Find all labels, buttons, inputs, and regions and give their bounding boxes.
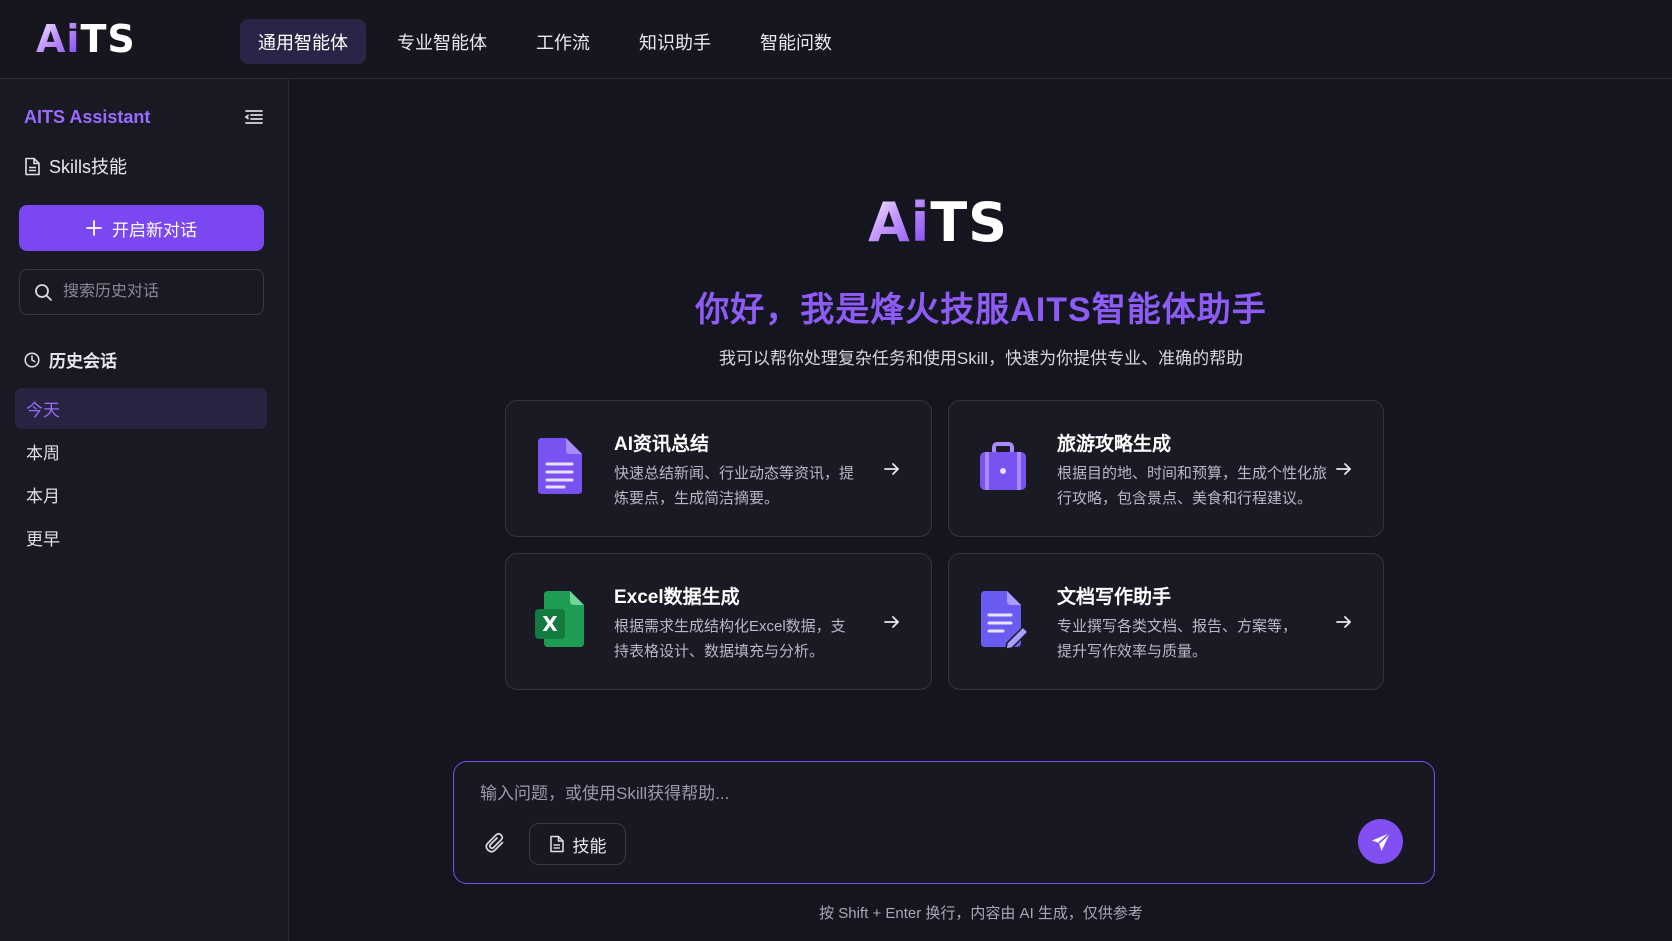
svg-text:X: X — [542, 612, 558, 636]
search-icon — [35, 283, 52, 301]
card-title: AI资讯总结 — [614, 434, 710, 455]
hero-logo-ts: TS — [930, 190, 1009, 254]
hero-logo-ai: Ai — [868, 190, 931, 254]
history-item-this-month[interactable]: 本月 — [15, 474, 267, 515]
nav-tab-workflow[interactable]: 工作流 — [518, 19, 608, 64]
search-history-input[interactable] — [63, 283, 253, 301]
chat-input[interactable] — [480, 780, 1380, 808]
arrow-right-icon — [1336, 616, 1351, 628]
file-icon — [25, 157, 40, 175]
card-description: 专业撰写各类文档、报告、方案等，提升写作效率与质量。 — [1057, 618, 1298, 660]
skills-label: Skills技能 — [49, 157, 128, 177]
card-travel-guide[interactable]: 旅游攻略生成 根据目的地、时间和预算，生成个性化旅行攻略，包含景点、美食和行程建… — [948, 400, 1384, 537]
history-search — [19, 269, 264, 315]
card-description: 根据需求生成结构化Excel数据，支持表格设计、数据填充与分析。 — [614, 618, 846, 660]
arrow-right-icon — [884, 616, 899, 628]
plus-icon — [86, 220, 102, 236]
aits-logo[interactable]: Ai TS — [36, 17, 136, 61]
logo-ai-text: Ai — [36, 17, 81, 61]
file-icon — [549, 835, 564, 853]
card-title: 旅游攻略生成 — [1057, 434, 1172, 455]
send-button[interactable] — [1358, 819, 1403, 864]
card-doc-writing-assistant[interactable]: 文档写作助手 专业撰写各类文档、报告、方案等，提升写作效率与质量。 — [948, 553, 1384, 690]
skills-button-label: 技能 — [572, 836, 607, 856]
top-navbar: Ai TS 通用智能体 专业智能体 工作流 知识助手 智能问数 — [0, 0, 1672, 79]
card-ai-news-summary[interactable]: AI资讯总结 快速总结新闻、行业动态等资讯，提炼要点，生成简洁摘要。 — [505, 400, 932, 537]
history-item-this-week[interactable]: 本周 — [15, 431, 267, 472]
history-item-earlier[interactable]: 更早 — [15, 517, 267, 558]
card-description: 根据目的地、时间和预算，生成个性化旅行攻略，包含景点、美食和行程建议。 — [1057, 465, 1328, 507]
send-icon — [1371, 831, 1391, 851]
nav-tab-knowledge-assistant[interactable]: 知识助手 — [621, 19, 729, 64]
arrow-right-icon — [884, 463, 899, 475]
history-list: 今天 本周 本月 更早 — [15, 388, 267, 560]
document-icon — [538, 438, 582, 494]
new-chat-label: 开启新对话 — [112, 220, 197, 240]
nav-tab-professional-agent[interactable]: 专业智能体 — [379, 19, 505, 64]
excel-icon: X — [535, 591, 584, 647]
main-nav: 通用智能体 专业智能体 工作流 知识助手 智能问数 — [240, 19, 863, 64]
main-content: Ai TS 你好，我是烽火技服AITS智能体助手 我可以帮你处理复杂任务和使用Sk… — [290, 79, 1672, 941]
arrow-right-icon — [1336, 463, 1351, 475]
history-item-today[interactable]: 今天 — [15, 388, 267, 429]
chat-composer: 技能 — [453, 761, 1435, 884]
card-description: 快速总结新闻、行业动态等资讯，提炼要点，生成简洁摘要。 — [614, 465, 855, 507]
sidebar: AITS Assistant Skills技能 开启新对话 搜索历史对话 历史会… — [0, 79, 289, 941]
hero-logo: Ai TS — [868, 190, 1009, 254]
skills-link[interactable]: Skills技能 — [24, 153, 127, 179]
disclaimer-footnote: 按 Shift + Enter 换行，内容由 AI 生成，仅供参考 — [819, 905, 1143, 922]
logo-ts-text: TS — [80, 17, 136, 61]
clock-icon — [24, 351, 40, 368]
card-title: Excel数据生成 — [614, 587, 740, 608]
card-excel-data-generation[interactable]: X Excel数据生成 根据需求生成结构化Excel数据，支持表格设计、数据填充… — [505, 553, 932, 690]
nav-tab-general-agent[interactable]: 通用智能体 — [240, 19, 366, 64]
history-heading: 历史会话 — [24, 347, 117, 372]
nav-tab-smart-query[interactable]: 智能问数 — [742, 19, 850, 64]
history-title: 历史会话 — [49, 352, 117, 371]
hero-subtitle: 我可以帮你处理复杂任务和使用Skill，快速为你提供专业、准确的帮助 — [718, 349, 1244, 368]
document-edit-icon — [981, 591, 1029, 649]
suitcase-icon — [980, 442, 1026, 490]
card-title: 文档写作助手 — [1057, 587, 1172, 608]
skills-button[interactable]: 技能 — [529, 823, 626, 865]
collapse-sidebar-icon[interactable] — [244, 108, 264, 126]
paperclip-icon[interactable] — [484, 832, 506, 854]
new-chat-button[interactable]: 开启新对话 — [19, 205, 264, 251]
sidebar-title: AITS Assistant — [24, 107, 151, 127]
hero-title: 你好，我是烽火技服AITS智能体助手 — [695, 291, 1267, 329]
